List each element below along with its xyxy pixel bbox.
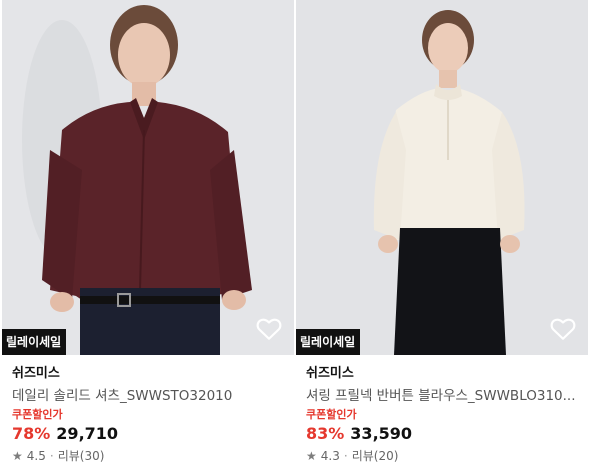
sale-price: 33,590	[350, 424, 413, 443]
star-icon: ★	[12, 449, 23, 463]
product-image[interactable]: 릴레이세일	[296, 0, 588, 355]
product-info: 쉬즈미스 셔링 프릴넥 반버튼 블라우스_SWWBLO310... 쿠폰할인가 …	[306, 365, 580, 463]
product-name[interactable]: 데일리 솔리드 셔츠_SWWSTO32010	[12, 387, 286, 405]
product-card[interactable]: 릴레이세일 쉬즈미스 데일리 솔리드 셔츠_SWWSTO32010 쿠폰할인가 …	[2, 0, 294, 474]
brand-name[interactable]: 쉬즈미스	[12, 365, 286, 383]
discount-rate: 78%	[12, 424, 51, 443]
separator-dot: ·	[49, 449, 54, 463]
sale-badge: 릴레이세일	[2, 329, 67, 355]
rating-row: ★ 4.5 · 리뷰(30)	[12, 449, 286, 463]
review-count[interactable]: 리뷰(20)	[352, 449, 399, 463]
price-row: 83% 33,590	[306, 424, 580, 443]
model-photo	[2, 0, 294, 355]
model-photo	[296, 0, 588, 355]
brand-name[interactable]: 쉬즈미스	[306, 365, 580, 383]
sale-price: 29,710	[56, 424, 119, 443]
product-image[interactable]: 릴레이세일	[2, 0, 294, 355]
coupon-price-label: 쿠폰할인가	[12, 408, 63, 421]
price-row: 78% 29,710	[12, 424, 286, 443]
rating-row: ★ 4.3 · 리뷰(20)	[306, 449, 580, 463]
coupon-price-label: 쿠폰할인가	[306, 408, 357, 421]
rating-value: 4.3	[320, 449, 340, 463]
star-icon: ★	[306, 449, 317, 463]
sale-badge: 릴레이세일	[296, 329, 361, 355]
review-count[interactable]: 리뷰(30)	[58, 449, 105, 463]
heart-outline-icon[interactable]	[550, 317, 576, 341]
rating-value: 4.5	[26, 449, 46, 463]
product-name[interactable]: 셔링 프릴넥 반버튼 블라우스_SWWBLO310...	[306, 387, 580, 405]
discount-rate: 83%	[306, 424, 345, 443]
product-grid: 릴레이세일 쉬즈미스 데일리 솔리드 셔츠_SWWSTO32010 쿠폰할인가 …	[0, 0, 596, 474]
product-info: 쉬즈미스 데일리 솔리드 셔츠_SWWSTO32010 쿠폰할인가 78% 29…	[12, 365, 286, 463]
product-card[interactable]: 릴레이세일 쉬즈미스 셔링 프릴넥 반버튼 블라우스_SWWBLO310... …	[296, 0, 588, 474]
separator-dot: ·	[343, 449, 348, 463]
heart-outline-icon[interactable]	[256, 317, 282, 341]
